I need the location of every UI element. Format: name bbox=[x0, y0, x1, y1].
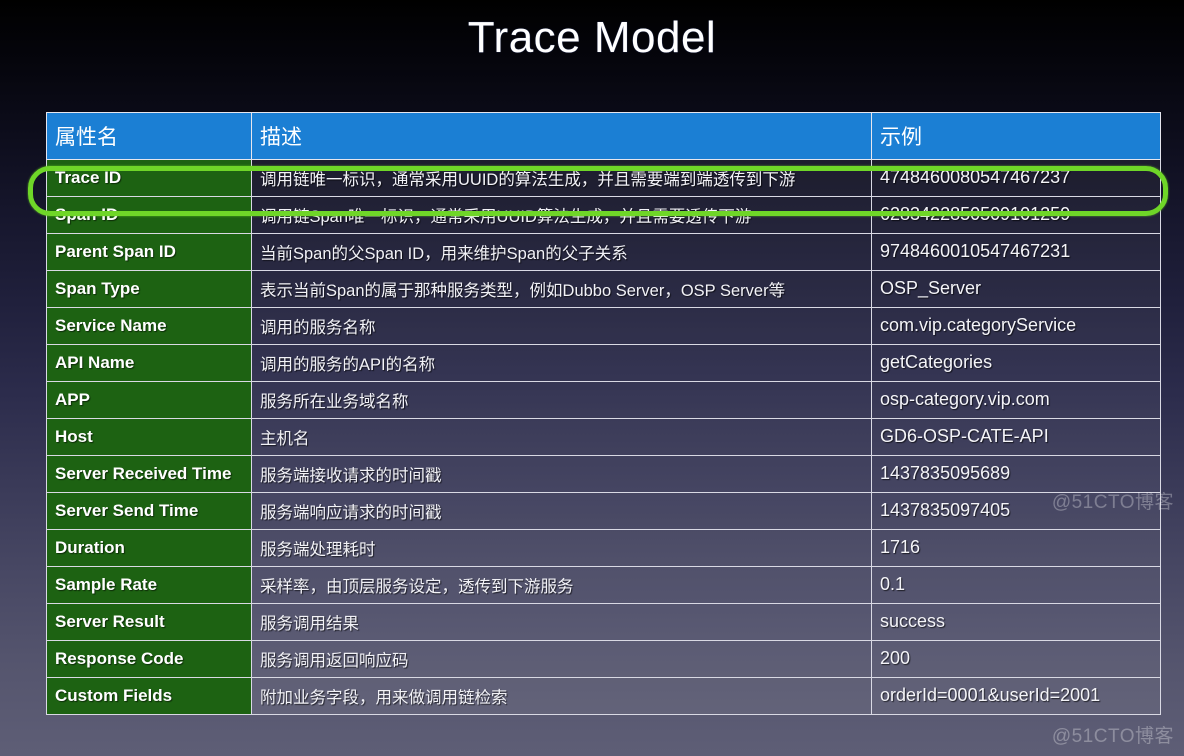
cell-description: 服务端响应请求的时间戳 bbox=[251, 492, 872, 530]
cell-description: 服务端接收请求的时间戳 bbox=[251, 455, 872, 493]
cell-description: 附加业务字段，用来做调用链检索 bbox=[251, 677, 872, 715]
table-body: Trace ID 调用链唯一标识，通常采用UUID的算法生成，并且需要端到端透传到… bbox=[46, 159, 1161, 715]
cell-example: GD6-OSP-CATE-API bbox=[871, 418, 1161, 456]
trace-model-table: 属性名 描述 示例 Trace ID 调用链唯一标识，通常采用UUID的算法生成，… bbox=[46, 112, 1161, 715]
cell-example: OSP_Server bbox=[871, 270, 1161, 308]
cell-attribute: Trace ID bbox=[46, 159, 252, 197]
cell-attribute: API Name bbox=[46, 344, 252, 382]
table-row: Server Received Time 服务端接收请求的时间戳 143783509… bbox=[46, 455, 1161, 493]
trace-model-table-container: 属性名 描述 示例 Trace ID 调用链唯一标识，通常采用UUID的算法生成，… bbox=[46, 112, 1161, 715]
cell-attribute: Custom Fields bbox=[46, 677, 252, 715]
cell-example: orderId=0001&userId=2001 bbox=[871, 677, 1161, 715]
cell-attribute: Server Send Time bbox=[46, 492, 252, 530]
cell-example: 0.1 bbox=[871, 566, 1161, 604]
table-row: Span ID 调用链Span唯一标识，通常采用UUID算法生成，并且需要透传下游… bbox=[46, 196, 1161, 234]
cell-attribute: Span ID bbox=[46, 196, 252, 234]
table-row: Custom Fields 附加业务字段，用来做调用链检索 orderId=0001… bbox=[46, 677, 1161, 715]
table-row: Response Code 服务调用返回响应码 200 bbox=[46, 640, 1161, 678]
watermark-bottom: @51CTO博客 bbox=[1051, 726, 1174, 747]
cell-description: 表示当前Span的属于那种服务类型，例如Dubbo Server，OSP Ser… bbox=[251, 270, 872, 308]
table-row: Duration 服务端处理耗时 1716 bbox=[46, 529, 1161, 567]
table-row: Parent Span ID 当前Span的父Span ID，用来维护Span的父… bbox=[46, 233, 1161, 271]
column-header-example: 示例 bbox=[871, 112, 1161, 160]
table-row: API Name 调用的服务的API的名称 getCategories bbox=[46, 344, 1161, 382]
table-row: APP 服务所在业务域名称 osp-category.vip.com bbox=[46, 381, 1161, 419]
slide-background: Trace Model 属性名 描述 示例 Trace ID 调用链唯一标识，通常… bbox=[0, 0, 1184, 756]
cell-example: getCategories bbox=[871, 344, 1161, 382]
cell-description: 服务调用返回响应码 bbox=[251, 640, 872, 678]
cell-description: 调用的服务名称 bbox=[251, 307, 872, 345]
cell-example: success bbox=[871, 603, 1161, 641]
column-header-attribute: 属性名 bbox=[46, 112, 252, 160]
table-row: Sample Rate 采样率，由顶层服务设定，透传到下游服务 0.1 bbox=[46, 566, 1161, 604]
watermark-middle: @51CTO博客 bbox=[1051, 492, 1174, 513]
cell-attribute: Server Result bbox=[46, 603, 252, 641]
cell-description: 调用的服务的API的名称 bbox=[251, 344, 872, 382]
cell-description: 当前Span的父Span ID，用来维护Span的父子关系 bbox=[251, 233, 872, 271]
cell-description: 采样率，由顶层服务设定，透传到下游服务 bbox=[251, 566, 872, 604]
cell-example: 6283422850509101259 bbox=[871, 196, 1161, 234]
cell-description: 主机名 bbox=[251, 418, 872, 456]
table-row: Host 主机名 GD6-OSP-CATE-API bbox=[46, 418, 1161, 456]
cell-description: 服务调用结果 bbox=[251, 603, 872, 641]
cell-example: osp-category.vip.com bbox=[871, 381, 1161, 419]
cell-example: 1716 bbox=[871, 529, 1161, 567]
cell-example: 4748460080547467237 bbox=[871, 159, 1161, 197]
table-row: Trace ID 调用链唯一标识，通常采用UUID的算法生成，并且需要端到端透传到… bbox=[46, 159, 1161, 197]
cell-attribute: Service Name bbox=[46, 307, 252, 345]
cell-description: 服务端处理耗时 bbox=[251, 529, 872, 567]
table-row: Service Name 调用的服务名称 com.vip.categoryServi… bbox=[46, 307, 1161, 345]
cell-example: com.vip.categoryService bbox=[871, 307, 1161, 345]
cell-description: 服务所在业务域名称 bbox=[251, 381, 872, 419]
cell-description: 调用链唯一标识，通常采用UUID的算法生成，并且需要端到端透传到下游 bbox=[251, 159, 872, 197]
cell-attribute: Duration bbox=[46, 529, 252, 567]
cell-attribute: Parent Span ID bbox=[46, 233, 252, 271]
cell-attribute: APP bbox=[46, 381, 252, 419]
table-row: Server Result 服务调用结果 success bbox=[46, 603, 1161, 641]
cell-example: 9748460010547467231 bbox=[871, 233, 1161, 271]
table-row: Server Send Time 服务端响应请求的时间戳 1437835097405 bbox=[46, 492, 1161, 530]
cell-attribute: Host bbox=[46, 418, 252, 456]
table-row: Span Type 表示当前Span的属于那种服务类型，例如Dubbo Serve… bbox=[46, 270, 1161, 308]
cell-attribute: Span Type bbox=[46, 270, 252, 308]
cell-attribute: Sample Rate bbox=[46, 566, 252, 604]
page-title: Trace Model bbox=[467, 13, 717, 62]
cell-attribute: Response Code bbox=[46, 640, 252, 678]
cell-attribute: Server Received Time bbox=[46, 455, 252, 493]
cell-example: 200 bbox=[871, 640, 1161, 678]
cell-description: 调用链Span唯一标识，通常采用UUID算法生成，并且需要透传下游 bbox=[251, 196, 872, 234]
column-header-description: 描述 bbox=[251, 112, 872, 160]
table-header-row: 属性名 描述 示例 bbox=[46, 112, 1161, 160]
